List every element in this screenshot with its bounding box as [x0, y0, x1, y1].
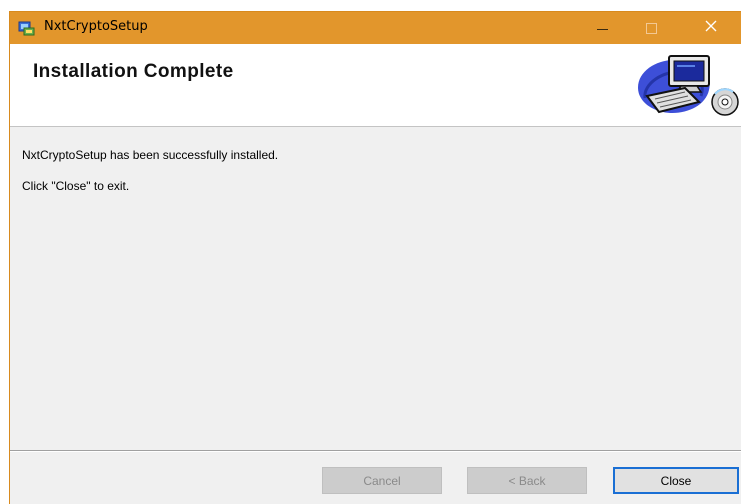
back-button[interactable]: < Back: [467, 467, 587, 494]
installer-window: NxtCryptoSetup Installation Complete Nxt…: [9, 11, 741, 504]
wizard-footer: Cancel < Back Close: [10, 452, 741, 504]
computer-setup-icon: [629, 50, 739, 126]
installer-app-icon[interactable]: [18, 19, 36, 37]
maximize-button[interactable]: [628, 12, 674, 44]
close-window-button[interactable]: [688, 12, 734, 44]
exit-instruction: Click "Close" to exit.: [22, 179, 130, 193]
close-icon: [705, 19, 717, 37]
wizard-content: NxtCryptoSetup has been successfully ins…: [10, 127, 741, 450]
success-message: NxtCryptoSetup has been successfully ins…: [22, 148, 279, 162]
minimize-button[interactable]: [579, 12, 625, 44]
page-title: Installation Complete: [33, 61, 234, 82]
title-bar[interactable]: NxtCryptoSetup: [10, 12, 741, 44]
minimize-icon: [596, 28, 608, 30]
window-title: NxtCryptoSetup: [44, 19, 148, 34]
maximize-icon: [645, 22, 657, 34]
close-button[interactable]: Close: [613, 467, 739, 494]
cancel-button[interactable]: Cancel: [322, 467, 442, 494]
wizard-header: Installation Complete: [10, 44, 741, 127]
